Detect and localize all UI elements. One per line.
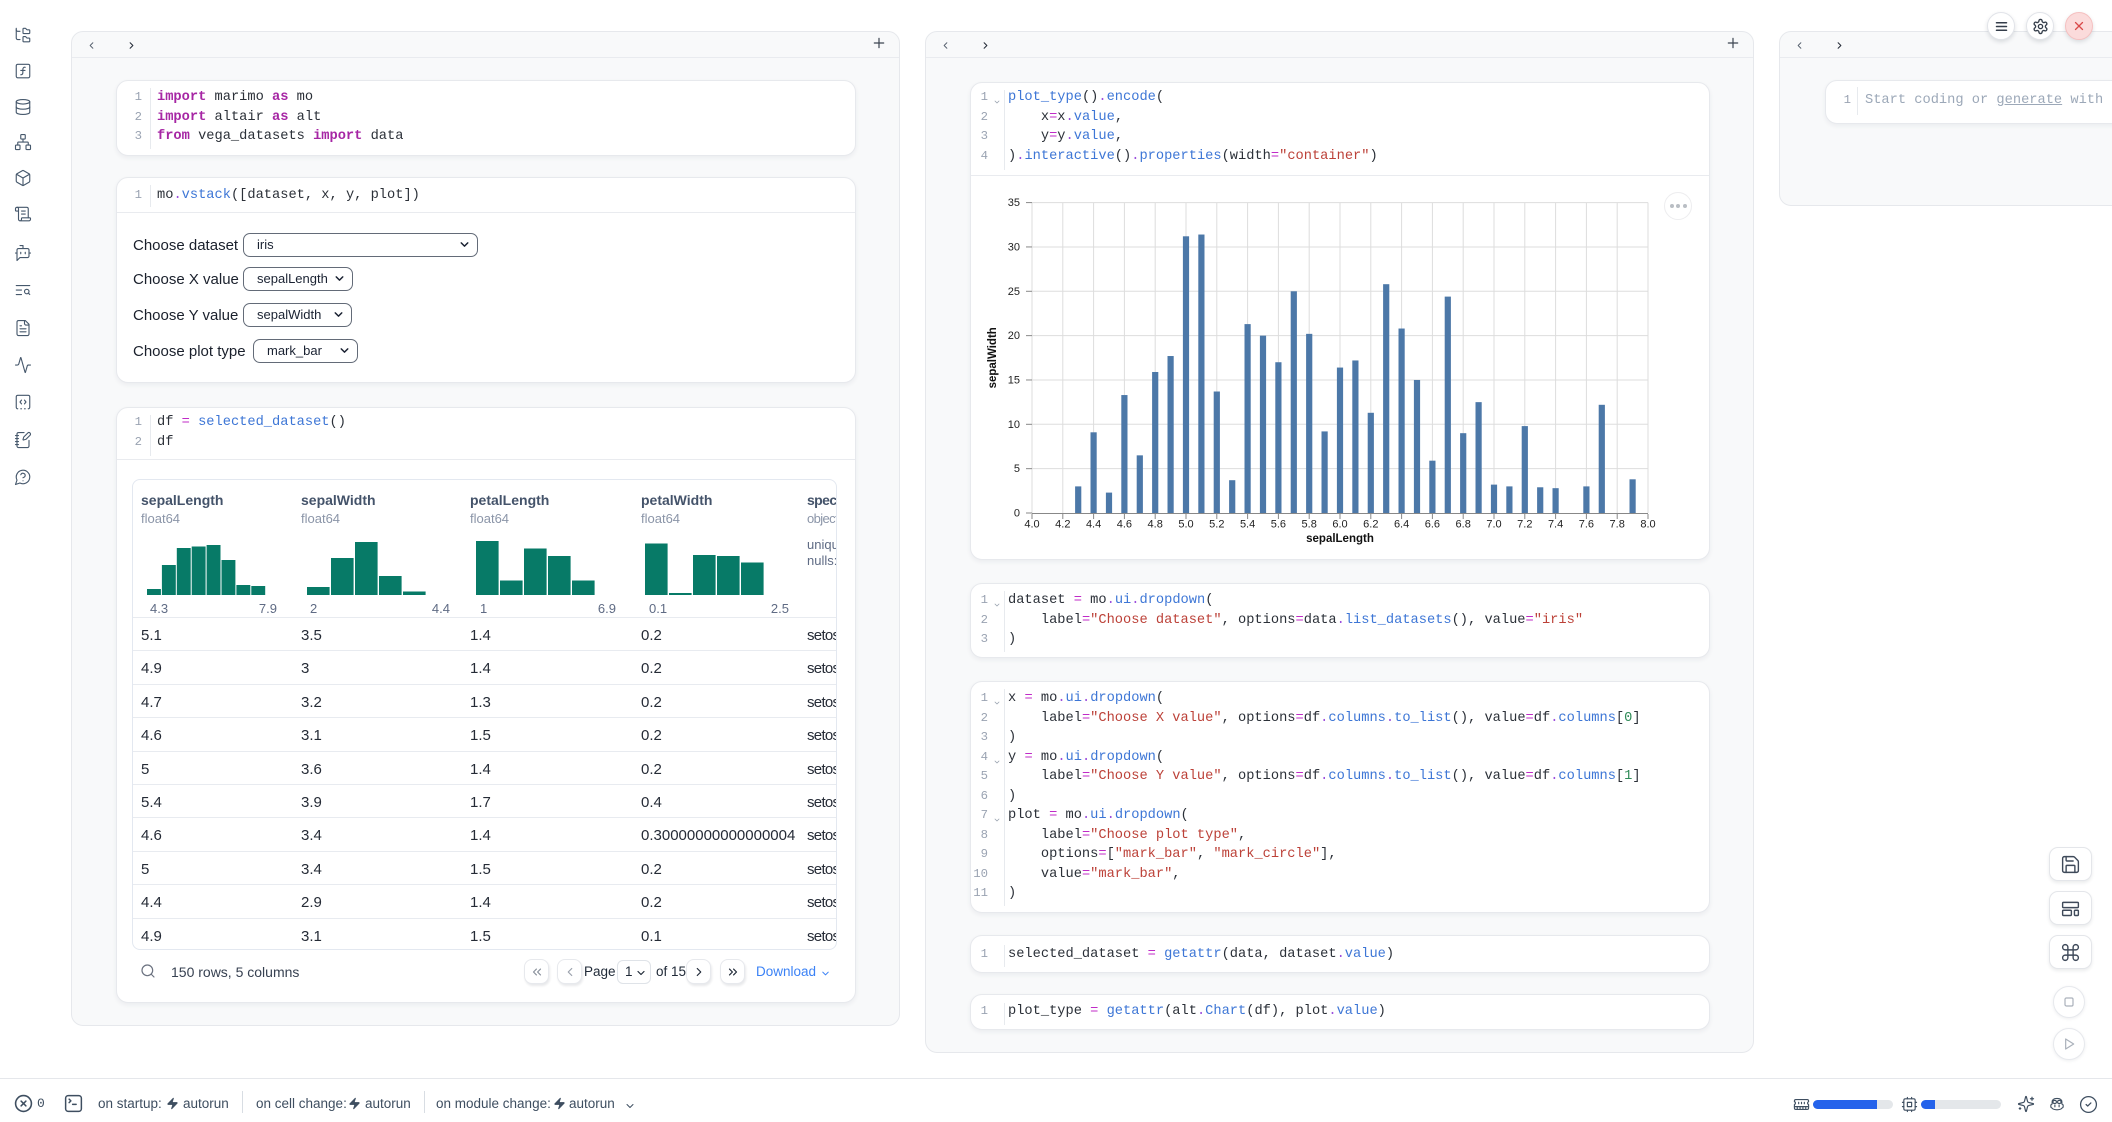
svg-text:7.6: 7.6 (1579, 519, 1594, 531)
svg-text:0: 0 (1014, 508, 1020, 520)
svg-text:5.0: 5.0 (1178, 519, 1193, 531)
svg-text:6.4: 6.4 (1394, 519, 1409, 531)
svg-text:5.8: 5.8 (1302, 519, 1317, 531)
svg-text:10: 10 (1008, 419, 1020, 431)
svg-text:15: 15 (1008, 374, 1020, 386)
svg-text:6.8: 6.8 (1456, 519, 1471, 531)
svg-text:5.4: 5.4 (1240, 519, 1255, 531)
svg-text:30: 30 (1008, 241, 1020, 253)
svg-text:6.6: 6.6 (1425, 519, 1440, 531)
svg-text:20: 20 (1008, 330, 1020, 342)
svg-text:sepalWidth: sepalWidth (987, 327, 999, 388)
svg-text:8.0: 8.0 (1640, 519, 1655, 531)
svg-text:5.2: 5.2 (1209, 519, 1224, 531)
svg-text:7.4: 7.4 (1548, 519, 1563, 531)
svg-text:4.6: 4.6 (1117, 519, 1132, 531)
svg-text:7.2: 7.2 (1517, 519, 1532, 531)
svg-text:25: 25 (1008, 286, 1020, 298)
svg-text:4.0: 4.0 (1024, 519, 1039, 531)
svg-text:7.0: 7.0 (1486, 519, 1501, 531)
svg-text:7.8: 7.8 (1610, 519, 1625, 531)
svg-text:35: 35 (1008, 197, 1020, 209)
svg-text:5: 5 (1014, 463, 1020, 475)
svg-text:4.2: 4.2 (1055, 519, 1070, 531)
svg-text:4.8: 4.8 (1148, 519, 1163, 531)
svg-text:4.4: 4.4 (1086, 519, 1101, 531)
svg-text:5.6: 5.6 (1271, 519, 1286, 531)
svg-text:6.0: 6.0 (1332, 519, 1347, 531)
svg-text:6.2: 6.2 (1363, 519, 1378, 531)
svg-text:sepalLength: sepalLength (1306, 533, 1374, 545)
